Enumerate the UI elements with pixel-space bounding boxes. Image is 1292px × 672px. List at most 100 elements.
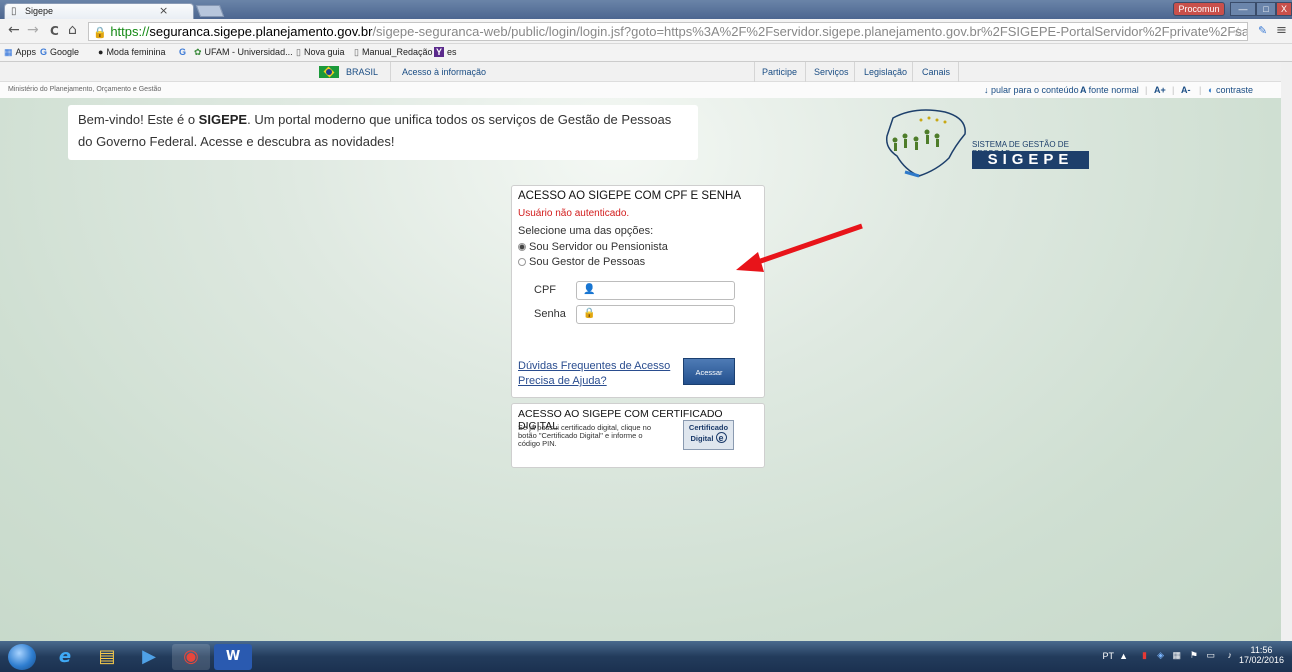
- bookmark-ufam[interactable]: ✿ UFAM - Universidad...: [194, 47, 293, 58]
- word-icon[interactable]: W: [214, 644, 252, 670]
- volume-icon[interactable]: ♪: [1228, 650, 1233, 660]
- flag-icon[interactable]: ⚑: [1190, 650, 1198, 661]
- lock-icon: 🔒: [583, 308, 596, 319]
- new-tab-button[interactable]: [195, 5, 225, 17]
- lock-icon: 🔒: [93, 27, 107, 39]
- login-panel: ACESSO AO SIGEPE COM CPF E SENHA Usuário…: [511, 185, 765, 398]
- radio-servidor[interactable]: Sou Servidor ou Pensionista: [518, 241, 668, 253]
- bookmark-apps[interactable]: ▦ Apps: [4, 47, 36, 58]
- adobe-icon[interactable]: ▮: [1142, 650, 1147, 661]
- welcome-banner: Bem-vindo! Este é o SIGEPE. Um portal mo…: [68, 105, 698, 160]
- font-decrease-link[interactable]: A-: [1181, 85, 1191, 95]
- bookmarks-bar: ▦ Apps G Google ● Moda feminina G ✿ UFAM - U…: [0, 44, 1292, 62]
- display-icon[interactable]: ▭: [1206, 650, 1215, 661]
- minimize-button[interactable]: —: [1230, 2, 1256, 16]
- security-icon[interactable]: ◈: [1157, 650, 1164, 661]
- back-icon[interactable]: ←: [8, 22, 20, 38]
- bookmark-es[interactable]: Yes: [434, 47, 457, 57]
- maximize-button[interactable]: □: [1256, 2, 1276, 16]
- home-icon[interactable]: ⌂: [68, 22, 77, 38]
- start-button[interactable]: [8, 644, 36, 670]
- ministry-name: Ministério do Planejamento, Orçamento e …: [8, 86, 162, 93]
- language-indicator[interactable]: PT: [1102, 651, 1114, 661]
- brazil-flag-icon: [319, 66, 339, 78]
- url-scheme: https://: [110, 24, 150, 39]
- main-content: Bem-vindo! Este é o SIGEPE. Um portal mo…: [0, 98, 1281, 641]
- acessar-button[interactable]: Acessar: [683, 358, 735, 385]
- skip-to-content-link[interactable]: ↓ pular para o conteúdo: [984, 85, 1079, 95]
- media-player-icon[interactable]: ▶: [130, 644, 168, 670]
- welcome-brand: SIGEPE: [198, 112, 248, 127]
- senha-input[interactable]: 🔒: [576, 305, 735, 324]
- bookmark-google[interactable]: G Google: [40, 47, 79, 57]
- chrome-icon[interactable]: ◉: [172, 644, 210, 670]
- contrast-link[interactable]: ◐ contraste: [1208, 85, 1253, 95]
- reload-icon[interactable]: C: [50, 24, 59, 38]
- explorer-folder-icon[interactable]: ▤: [88, 644, 126, 670]
- menu-icon[interactable]: ≡: [1276, 23, 1287, 38]
- browser-tab[interactable]: ▯ Sigepe ×: [4, 3, 194, 19]
- tab-close-icon[interactable]: ×: [159, 4, 168, 17]
- faq-link[interactable]: Dúvidas Frequentes de Acesso: [518, 360, 670, 372]
- legislacao-link[interactable]: Legislação: [864, 67, 907, 77]
- tab-title: Sigepe: [25, 6, 54, 16]
- site-icon: ●: [98, 47, 104, 57]
- taskbar: e ▤ ▶ ◉ W PT ▲ ▮ ◈ ▦ ⚑ ▭ ♪ 11:56 17/02/20…: [0, 641, 1292, 672]
- sigepe-logo: SISTEMA DE GESTÃO DE PESSOAS SIGEPE: [875, 106, 1100, 181]
- browser-window: ▯ Sigepe × Procomun — □ X ← → C ⌂ 🔒 http…: [0, 0, 1292, 672]
- servicos-link[interactable]: Serviços: [814, 67, 849, 77]
- url-host: seguranca.sigepe.planejamento.gov.br: [149, 24, 373, 39]
- canais-link[interactable]: Canais: [922, 67, 950, 77]
- bookmark-g[interactable]: G: [176, 47, 186, 57]
- font-a-icon: A: [1080, 85, 1089, 95]
- clock[interactable]: 11:56 17/02/2016: [1239, 645, 1284, 665]
- url-path: /sigepe-seguranca-web/public/login/login…: [372, 24, 1247, 39]
- brasil-link[interactable]: BRASIL: [346, 67, 378, 77]
- arrow-down-icon: ↓: [984, 85, 992, 95]
- bookmark-manual-redacao[interactable]: ▯ Manual_Redação: [354, 47, 433, 58]
- radio-gestor[interactable]: Sou Gestor de Pessoas: [518, 256, 645, 268]
- senha-label: Senha: [534, 308, 566, 320]
- close-window-button[interactable]: X: [1276, 2, 1292, 16]
- ufam-icon: ✿: [194, 47, 202, 57]
- address-bar[interactable]: 🔒 https://seguranca.sigepe.planejamento.…: [88, 22, 1248, 41]
- acesso-informacao-link[interactable]: Acesso à informação: [402, 67, 486, 77]
- contrast-icon: ◐: [1208, 85, 1216, 95]
- user-profile-button[interactable]: Procomun: [1173, 2, 1225, 16]
- browser-toolbar: ← → C ⌂ 🔒 https://seguranca.sigepe.plane…: [0, 19, 1292, 44]
- font-increase-link[interactable]: A+: [1154, 85, 1166, 95]
- gov-bar: BRASIL Acesso à informação Participe Ser…: [0, 62, 1281, 82]
- certificado-digital-button[interactable]: Certificado Digital e: [683, 420, 734, 450]
- tray-expand-icon[interactable]: ▲: [1119, 651, 1128, 661]
- radio-unchecked-icon: [518, 258, 526, 267]
- font-normal-link[interactable]: A fonte normal: [1080, 85, 1139, 95]
- bookmark-moda-feminina[interactable]: ● Moda feminina: [98, 47, 165, 57]
- google-icon: G: [40, 47, 48, 57]
- forward-icon[interactable]: →: [27, 22, 39, 38]
- certificate-panel: ACESSO AO SIGEPE COM CERTIFICADO DIGITAL…: [511, 403, 765, 468]
- extension-pen-icon[interactable]: ✎: [1258, 24, 1267, 37]
- user-icon: 👤: [583, 284, 596, 295]
- title-bar: ▯ Sigepe × Procomun — □ X: [0, 0, 1292, 19]
- ie-icon[interactable]: e: [46, 644, 84, 670]
- page-icon: ▯: [354, 47, 359, 57]
- bookmark-nova-guia[interactable]: ▯ Nova guia: [296, 47, 344, 58]
- select-prompt: Selecione uma das opções:: [518, 225, 654, 237]
- login-panel-title: ACESSO AO SIGEPE COM CPF E SENHA: [518, 190, 742, 202]
- page-icon: ▯: [11, 6, 17, 17]
- help-link[interactable]: Precisa de Ajuda?: [518, 375, 607, 387]
- cpf-label: CPF: [534, 284, 556, 296]
- cpf-input[interactable]: 👤: [576, 281, 735, 300]
- welcome-lead: Bem-vindo! Este é o: [78, 112, 199, 127]
- auth-error-message: Usuário não autenticado.: [518, 208, 630, 219]
- participe-link[interactable]: Participe: [762, 67, 797, 77]
- e-cert-icon: e: [715, 432, 727, 443]
- page-scrollbar[interactable]: [1281, 62, 1292, 641]
- radio-checked-icon: [518, 243, 526, 252]
- certificate-instructions: Se já possui certificado digital, clique…: [518, 423, 651, 448]
- brazil-map-people-icon: [885, 109, 966, 178]
- page-icon: ▯: [296, 47, 301, 57]
- bookmark-star-icon[interactable]: ☆: [1232, 23, 1244, 40]
- apps-grid-icon: ▦: [4, 47, 13, 57]
- network-icon[interactable]: ▦: [1172, 650, 1181, 661]
